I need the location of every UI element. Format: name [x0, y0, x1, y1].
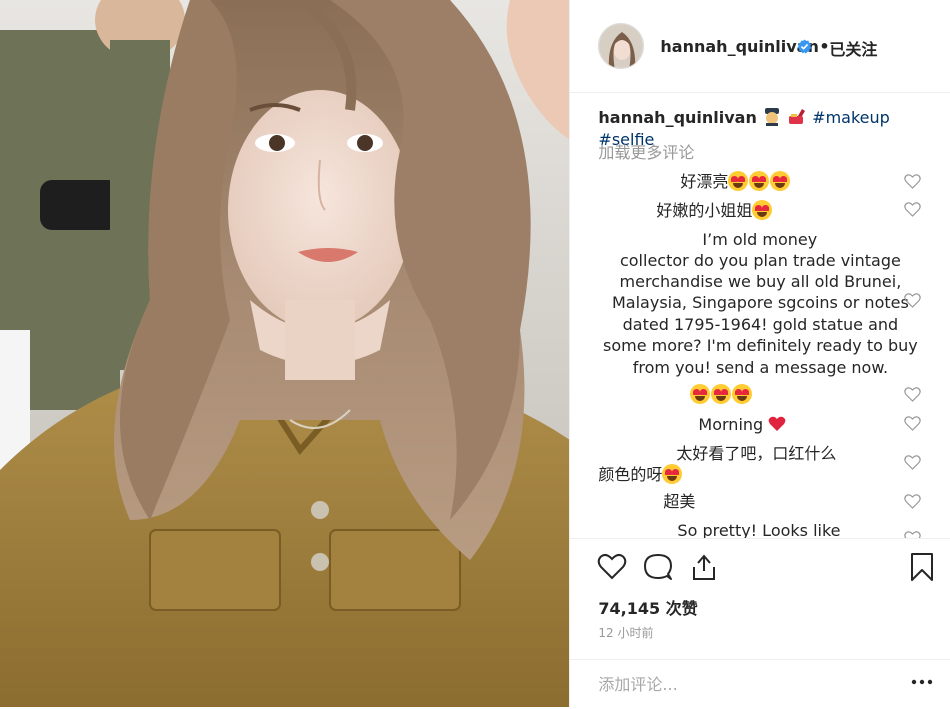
- heart-eyes-emoji-icon: [732, 384, 753, 404]
- comment-line: from you! send a message now.: [632, 358, 889, 377]
- comment-line: Malaysia, Singapore sgcoins or notes: [612, 293, 909, 312]
- comment-text: 好漂亮: [680, 171, 791, 193]
- comment-text: 好嫩的小姐姐: [656, 200, 773, 222]
- avatar[interactable]: [598, 23, 645, 69]
- comment-line: merchandise we buy all old Brunei,: [619, 272, 902, 291]
- heart-eyes-emoji-icon: [752, 200, 773, 220]
- heart-eyes-emoji-icon: [728, 171, 749, 191]
- comment-line: 太好看了吧，口红什么: [676, 444, 837, 463]
- selfie-image: [0, 0, 570, 707]
- caption-username[interactable]: hannah_quinlivan: [598, 108, 756, 127]
- comment-text: 超美: [663, 492, 696, 511]
- post-side-panel: hannah_quinlivan • 已关注 hannah_quinlivan …: [569, 0, 950, 707]
- red-heart-emoji-icon: [768, 416, 786, 431]
- comment-input[interactable]: [598, 672, 899, 696]
- comment-like-heart-icon[interactable]: [904, 494, 922, 509]
- bookmark-icon[interactable]: [907, 552, 937, 582]
- comments-list[interactable]: hannah_quinlivan #makeup #selfie 加载更多评论 …: [570, 93, 950, 538]
- comment-line: some more? I'm definitely ready to buy: [603, 336, 918, 355]
- follow-button[interactable]: 已关注: [829, 36, 877, 60]
- heart-eyes-emoji-icon: [662, 464, 683, 484]
- comment-like-heart-icon[interactable]: [904, 202, 922, 217]
- verified-badge-icon: [797, 39, 812, 54]
- comment-line: 颜色的呀: [570, 464, 683, 486]
- post-actions: 74,145 次赞 12 小时前: [570, 538, 950, 708]
- comment-like-heart-icon[interactable]: [904, 531, 922, 538]
- comment-like-heart-icon[interactable]: [904, 174, 922, 189]
- header-username[interactable]: hannah_quinlivan: [660, 37, 818, 56]
- add-comment-bar: [570, 659, 950, 709]
- heart-eyes-emoji-icon: [770, 171, 791, 191]
- heart-eyes-emoji-icon: [690, 384, 711, 404]
- comment-like-heart-icon[interactable]: [904, 387, 922, 402]
- comment-text: Morning: [698, 414, 786, 436]
- instagram-post: hannah_quinlivan • 已关注 hannah_quinlivan …: [0, 0, 950, 707]
- comment-like-heart-icon[interactable]: [904, 293, 922, 308]
- comment-text: So pretty! Looks like: [677, 521, 841, 538]
- heart-icon[interactable]: [597, 552, 627, 582]
- heart-eyes-emoji-icon: [711, 384, 732, 404]
- load-more-comments-link[interactable]: 加载更多评论: [598, 139, 694, 163]
- post-photo[interactable]: [0, 0, 570, 707]
- share-icon[interactable]: [689, 552, 719, 582]
- heart-eyes-emoji-icon: [749, 171, 770, 191]
- post-header: hannah_quinlivan • 已关注: [570, 0, 950, 93]
- lipstick-emoji-icon: [787, 108, 807, 126]
- comment-line: dated 1795-1964! gold statue and: [622, 315, 899, 334]
- likes-count[interactable]: 74,145 次赞: [598, 595, 697, 619]
- police-officer-emoji-icon: [762, 108, 782, 126]
- comment-like-heart-icon[interactable]: [904, 455, 922, 470]
- comment-like-heart-icon[interactable]: [904, 416, 922, 431]
- comment-line: collector do you plan trade vintage: [619, 251, 901, 270]
- follow-separator: •: [819, 37, 830, 56]
- comment-line: I’m old money: [702, 230, 818, 249]
- post-timestamp[interactable]: 12 小时前: [598, 624, 653, 641]
- comment-bubble-icon[interactable]: [643, 552, 673, 582]
- more-options-icon[interactable]: [911, 678, 933, 686]
- comment-text: [690, 384, 753, 406]
